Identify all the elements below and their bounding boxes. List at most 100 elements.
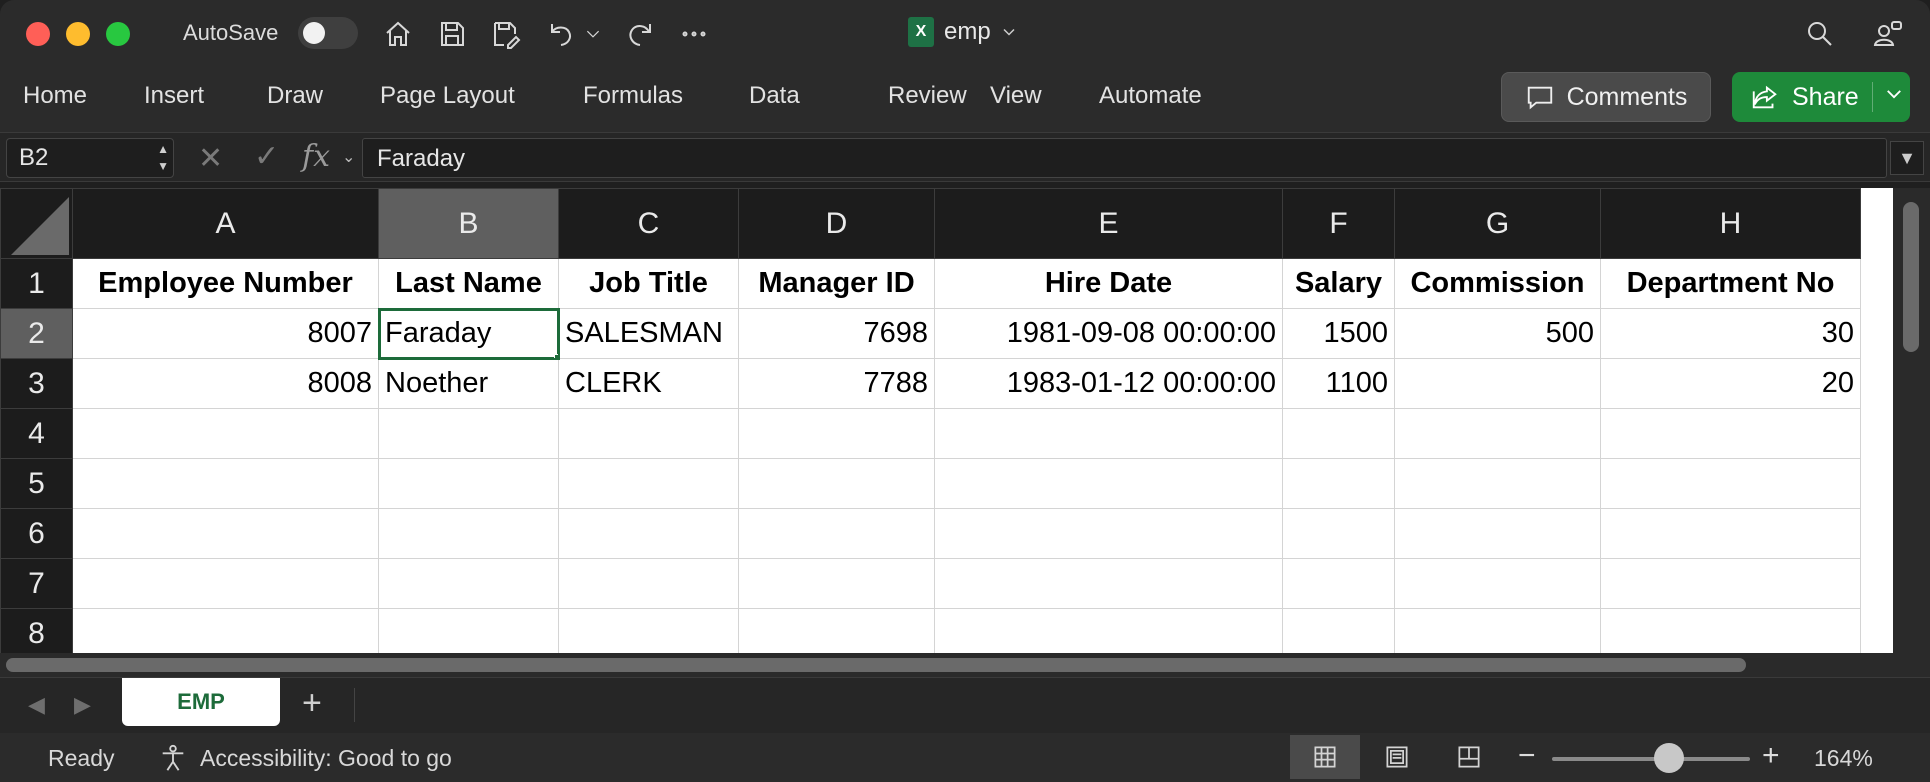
- cell-f2[interactable]: 1500: [1282, 308, 1395, 359]
- cell-h3[interactable]: 20: [1600, 358, 1861, 409]
- column-header-c[interactable]: C: [558, 188, 739, 259]
- empty-cell[interactable]: [1282, 458, 1395, 509]
- empty-cell[interactable]: [738, 558, 935, 609]
- tab-page-layout[interactable]: Page Layout: [380, 82, 515, 110]
- tab-formulas[interactable]: Formulas: [583, 82, 683, 110]
- cell-a1[interactable]: Employee Number: [72, 258, 379, 309]
- cell-b3[interactable]: Noether: [378, 358, 559, 409]
- formula-input[interactable]: Faraday: [362, 138, 1887, 178]
- cell-d3[interactable]: 7788: [738, 358, 935, 409]
- function-dropdown-chevron-icon[interactable]: ⌄: [342, 147, 355, 167]
- zoom-in-icon[interactable]: +: [1762, 739, 1780, 773]
- redo-icon[interactable]: [622, 16, 658, 52]
- empty-cell[interactable]: [72, 458, 379, 509]
- empty-cell[interactable]: [934, 508, 1283, 559]
- tab-review[interactable]: Review: [888, 82, 967, 110]
- save-as-icon[interactable]: [488, 16, 524, 52]
- autosave-toggle[interactable]: [298, 17, 358, 49]
- vertical-scrollbar[interactable]: [1893, 188, 1930, 653]
- vertical-scroll-thumb[interactable]: [1903, 202, 1919, 352]
- empty-cell[interactable]: [1282, 608, 1395, 653]
- share-dropdown-chevron-icon[interactable]: [1884, 84, 1904, 104]
- cell-g1[interactable]: Commission: [1394, 258, 1601, 309]
- cell-c2[interactable]: SALESMAN: [558, 308, 739, 359]
- name-box[interactable]: B2 ▲ ▼: [6, 138, 174, 178]
- column-header-b[interactable]: B: [378, 188, 559, 259]
- cancel-edit-icon[interactable]: ✕: [198, 141, 223, 176]
- cell-e1[interactable]: Hire Date: [934, 258, 1283, 309]
- cell-a3[interactable]: 8008: [72, 358, 379, 409]
- tab-view[interactable]: View: [990, 82, 1042, 110]
- row-header-8[interactable]: 8: [0, 608, 73, 653]
- share-people-icon[interactable]: [1870, 16, 1906, 52]
- row-header-3[interactable]: 3: [0, 358, 73, 409]
- cell-f3[interactable]: 1100: [1282, 358, 1395, 409]
- cell-g2[interactable]: 500: [1394, 308, 1601, 359]
- select-all-corner[interactable]: [0, 188, 73, 259]
- cell-h1[interactable]: Department No: [1600, 258, 1861, 309]
- empty-cell[interactable]: [738, 408, 935, 459]
- cell-b2-active[interactable]: Faraday: [377, 307, 560, 360]
- cell-f1[interactable]: Salary: [1282, 258, 1395, 309]
- confirm-edit-icon[interactable]: ✓: [254, 139, 279, 174]
- empty-cell[interactable]: [72, 608, 379, 653]
- empty-cell[interactable]: [1600, 508, 1861, 559]
- empty-cell[interactable]: [738, 608, 935, 653]
- save-icon[interactable]: [434, 16, 470, 52]
- empty-cell[interactable]: [738, 508, 935, 559]
- empty-cell[interactable]: [1394, 608, 1601, 653]
- empty-cell[interactable]: [378, 458, 559, 509]
- search-icon[interactable]: [1802, 16, 1838, 52]
- empty-cell[interactable]: [378, 508, 559, 559]
- empty-cell[interactable]: [558, 408, 739, 459]
- empty-cell[interactable]: [558, 608, 739, 653]
- empty-cell[interactable]: [558, 458, 739, 509]
- minimize-window-button[interactable]: [66, 22, 90, 46]
- sheet-tab-emp[interactable]: EMP: [122, 678, 280, 726]
- comments-button[interactable]: Comments: [1501, 72, 1711, 122]
- empty-cell[interactable]: [1394, 508, 1601, 559]
- cell-a2[interactable]: 8007: [72, 308, 379, 359]
- tab-home[interactable]: Home: [23, 82, 87, 110]
- tab-data[interactable]: Data: [749, 82, 800, 110]
- cell-b1[interactable]: Last Name: [378, 258, 559, 309]
- column-header-e[interactable]: E: [934, 188, 1283, 259]
- previous-sheet-arrow-icon[interactable]: ◀: [28, 692, 45, 718]
- empty-cell[interactable]: [934, 408, 1283, 459]
- page-layout-view-button[interactable]: [1362, 735, 1432, 779]
- cell-d2[interactable]: 7698: [738, 308, 935, 359]
- empty-cell[interactable]: [1282, 558, 1395, 609]
- row-header-4[interactable]: 4: [0, 408, 73, 459]
- empty-cell[interactable]: [1394, 458, 1601, 509]
- add-sheet-icon[interactable]: +: [302, 684, 322, 723]
- name-box-stepper-icon[interactable]: ▲ ▼: [157, 141, 169, 175]
- cell-c1[interactable]: Job Title: [558, 258, 739, 309]
- share-button[interactable]: Share: [1732, 72, 1910, 122]
- zoom-level[interactable]: 164%: [1814, 745, 1873, 772]
- next-sheet-arrow-icon[interactable]: ▶: [74, 692, 91, 718]
- spreadsheet-grid[interactable]: A B C D E F G H 1 Employee Number Last N…: [0, 188, 1930, 653]
- empty-cell[interactable]: [558, 558, 739, 609]
- column-header-f[interactable]: F: [1282, 188, 1395, 259]
- empty-cell[interactable]: [1394, 408, 1601, 459]
- page-break-view-button[interactable]: [1434, 735, 1504, 779]
- row-header-2[interactable]: 2: [0, 308, 73, 359]
- empty-cell[interactable]: [1600, 608, 1861, 653]
- home-icon[interactable]: [380, 16, 416, 52]
- empty-cell[interactable]: [378, 558, 559, 609]
- row-header-1[interactable]: 1: [0, 258, 73, 309]
- empty-cell[interactable]: [1600, 408, 1861, 459]
- empty-cell[interactable]: [1282, 508, 1395, 559]
- cell-d1[interactable]: Manager ID: [738, 258, 935, 309]
- column-header-h[interactable]: H: [1600, 188, 1861, 259]
- zoom-slider-knob[interactable]: [1654, 743, 1684, 773]
- empty-cell[interactable]: [558, 508, 739, 559]
- accessibility-status[interactable]: Accessibility: Good to go: [200, 745, 452, 772]
- empty-cell[interactable]: [738, 458, 935, 509]
- expand-formula-bar-icon[interactable]: ▼: [1890, 141, 1924, 175]
- empty-cell[interactable]: [72, 508, 379, 559]
- cell-e2[interactable]: 1981-09-08 00:00:00: [934, 308, 1283, 359]
- empty-cell[interactable]: [1394, 558, 1601, 609]
- cell-g3[interactable]: [1394, 358, 1601, 409]
- undo-icon[interactable]: [542, 16, 578, 52]
